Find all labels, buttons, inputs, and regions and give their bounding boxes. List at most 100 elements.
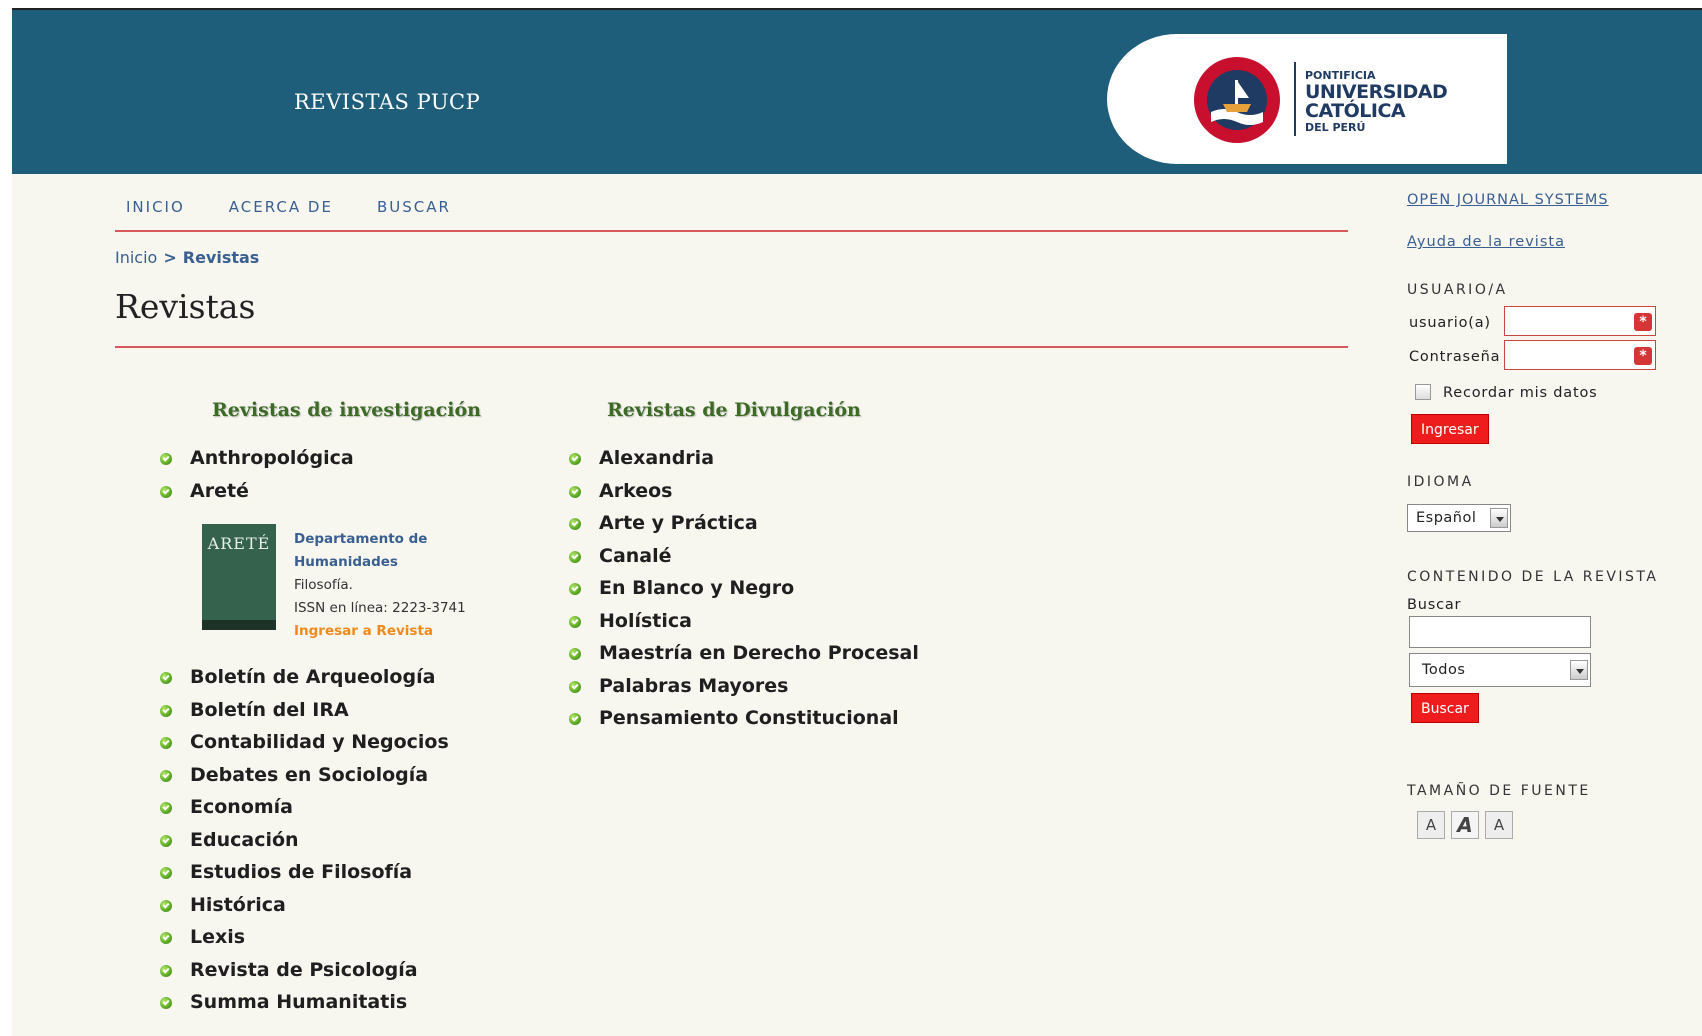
journal-link[interactable]: En Blanco y Negro	[599, 577, 794, 599]
breadcrumb-home[interactable]: Inicio	[115, 248, 157, 267]
check-bullet-icon	[160, 834, 172, 847]
journal-item[interactable]: Maestría en Derecho Procesal	[569, 637, 919, 670]
journal-content-heading: CONTENIDO DE LA REVISTA	[1407, 569, 1659, 585]
journal-link[interactable]: Boletín del IRA	[190, 699, 349, 721]
journal-link[interactable]: Summa Humanitatis	[190, 991, 407, 1013]
journal-item[interactable]: Arkeos	[569, 475, 919, 508]
journal-link[interactable]: Economía	[190, 796, 293, 818]
breadcrumb: Inicio > Revistas	[115, 248, 259, 267]
journal-item[interactable]: Canalé	[569, 540, 919, 573]
nav-item-acerca-de[interactable]: ACERCA DE	[229, 198, 333, 216]
journal-item[interactable]: En Blanco y Negro	[569, 572, 919, 605]
journal-item[interactable]: Boletín de Arqueología	[160, 661, 449, 694]
check-bullet-icon	[569, 615, 581, 628]
font-small-icon[interactable]: A	[1417, 811, 1445, 839]
username-label: usuario(a)	[1409, 315, 1491, 331]
journal-issn: ISSN en línea: 2223-3741	[294, 600, 466, 616]
font-medium-icon[interactable]: A	[1451, 811, 1479, 839]
nav-item-inicio[interactable]: INICIO	[126, 198, 185, 216]
journal-link[interactable]: Alexandria	[599, 447, 714, 469]
journal-link[interactable]: Arkeos	[599, 480, 672, 502]
breadcrumb-current[interactable]: Revistas	[183, 248, 260, 267]
journal-item[interactable]: Economía	[160, 791, 449, 824]
logo-line: DEL PERÚ	[1305, 121, 1366, 134]
divider	[115, 230, 1348, 232]
logo-line: PONTIFICIA	[1305, 69, 1376, 82]
remember-label: Recordar mis datos	[1443, 385, 1598, 401]
journal-link[interactable]: Anthropológica	[190, 447, 354, 469]
search-scope-selected: Todos	[1422, 662, 1466, 678]
journal-cover-thumbnail[interactable]: ARETÉ	[202, 524, 276, 630]
journal-item[interactable]: Alexandria	[569, 442, 919, 475]
check-bullet-icon	[569, 713, 581, 725]
journal-link[interactable]: Areté	[190, 480, 249, 502]
university-logo[interactable]: PONTIFICIA UNIVERSIDAD CATÓLICA DEL PERÚ	[1107, 34, 1507, 164]
journal-link[interactable]: Canalé	[599, 545, 672, 567]
journal-link[interactable]: Estudios de Filosofía	[190, 861, 412, 883]
journal-item[interactable]: Arte y Práctica	[569, 507, 919, 540]
logo-line: CATÓLICA	[1305, 100, 1406, 122]
nav-item-buscar[interactable]: BUSCAR	[377, 198, 451, 216]
journal-link[interactable]: Holística	[599, 610, 692, 632]
journal-item[interactable]: Holística	[569, 605, 919, 638]
check-bullet-icon	[569, 453, 581, 465]
search-label: Buscar	[1407, 597, 1462, 613]
check-bullet-icon	[160, 932, 172, 944]
journal-list-investigacion-top: Anthropológica Areté	[160, 442, 354, 507]
journal-link[interactable]: Pensamiento Constitucional	[599, 707, 899, 729]
password-input[interactable]: *	[1504, 340, 1656, 370]
language-select[interactable]: Español	[1407, 504, 1511, 532]
search-scope-select[interactable]: Todos	[1409, 653, 1591, 687]
journal-link[interactable]: Educación	[190, 829, 299, 851]
logo-separator	[1294, 62, 1296, 136]
journal-link[interactable]: Lexis	[190, 926, 245, 948]
required-icon: *	[1634, 347, 1652, 365]
journal-link[interactable]: Revista de Psicología	[190, 959, 418, 981]
journal-item[interactable]: Lexis	[160, 921, 449, 954]
search-button[interactable]: Buscar	[1411, 693, 1479, 723]
journal-item[interactable]: Anthropológica	[160, 442, 354, 475]
journal-detail-arete: ARETÉ Departamento de Humanidades Filoso…	[202, 524, 522, 639]
chevron-down-icon	[1570, 660, 1588, 680]
journal-item[interactable]: Estudios de Filosofía	[160, 856, 449, 889]
search-input[interactable]	[1409, 616, 1591, 648]
journal-item[interactable]: Contabilidad y Negocios	[160, 726, 449, 759]
username-input[interactable]: *	[1504, 306, 1656, 336]
check-bullet-icon	[160, 802, 172, 814]
journal-link[interactable]: Histórica	[190, 894, 286, 916]
journal-link[interactable]: Arte y Práctica	[599, 512, 758, 534]
check-bullet-icon	[160, 964, 172, 977]
site-header: REVISTAS PUCP PONTIFICIA UNIVERSIDAD CAT…	[12, 10, 1702, 174]
chevron-down-icon	[1490, 508, 1508, 528]
remember-checkbox[interactable]	[1415, 384, 1431, 400]
check-bullet-icon	[160, 453, 172, 465]
page-title: Revistas	[115, 287, 256, 326]
journal-link[interactable]: Palabras Mayores	[599, 675, 788, 697]
check-bullet-icon	[160, 899, 172, 912]
journal-item[interactable]: Pensamiento Constitucional	[569, 702, 919, 735]
journal-link[interactable]: Contabilidad y Negocios	[190, 731, 449, 753]
journal-item[interactable]: Summa Humanitatis	[160, 986, 449, 1019]
journal-item[interactable]: Debates en Sociología	[160, 759, 449, 792]
journal-item[interactable]: Revista de Psicología	[160, 954, 449, 987]
journal-item[interactable]: Palabras Mayores	[569, 670, 919, 703]
journal-link[interactable]: Maestría en Derecho Procesal	[599, 642, 919, 664]
journal-item[interactable]: Histórica	[160, 889, 449, 922]
check-bullet-icon	[569, 648, 581, 660]
check-bullet-icon	[160, 737, 172, 749]
site-title[interactable]: REVISTAS PUCP	[294, 90, 480, 114]
journal-item[interactable]: Educación	[160, 824, 449, 857]
journal-help-link[interactable]: Ayuda de la revista	[1407, 234, 1565, 250]
journal-link[interactable]: Debates en Sociología	[190, 764, 428, 786]
font-large-icon[interactable]: A	[1485, 811, 1513, 839]
enter-journal-link[interactable]: Ingresar a Revista	[294, 623, 433, 639]
heading-investigacion: Revistas de investigación	[212, 399, 481, 421]
journal-item[interactable]: Boletín del IRA	[160, 694, 449, 727]
check-bullet-icon	[160, 704, 172, 717]
journal-item[interactable]: Areté	[160, 475, 354, 508]
check-bullet-icon	[569, 518, 581, 530]
login-button[interactable]: Ingresar	[1411, 414, 1489, 444]
user-block-heading: USUARIO/A	[1407, 282, 1508, 298]
journal-link[interactable]: Boletín de Arqueología	[190, 666, 435, 688]
ojs-link[interactable]: OPEN JOURNAL SYSTEMS	[1407, 192, 1609, 208]
